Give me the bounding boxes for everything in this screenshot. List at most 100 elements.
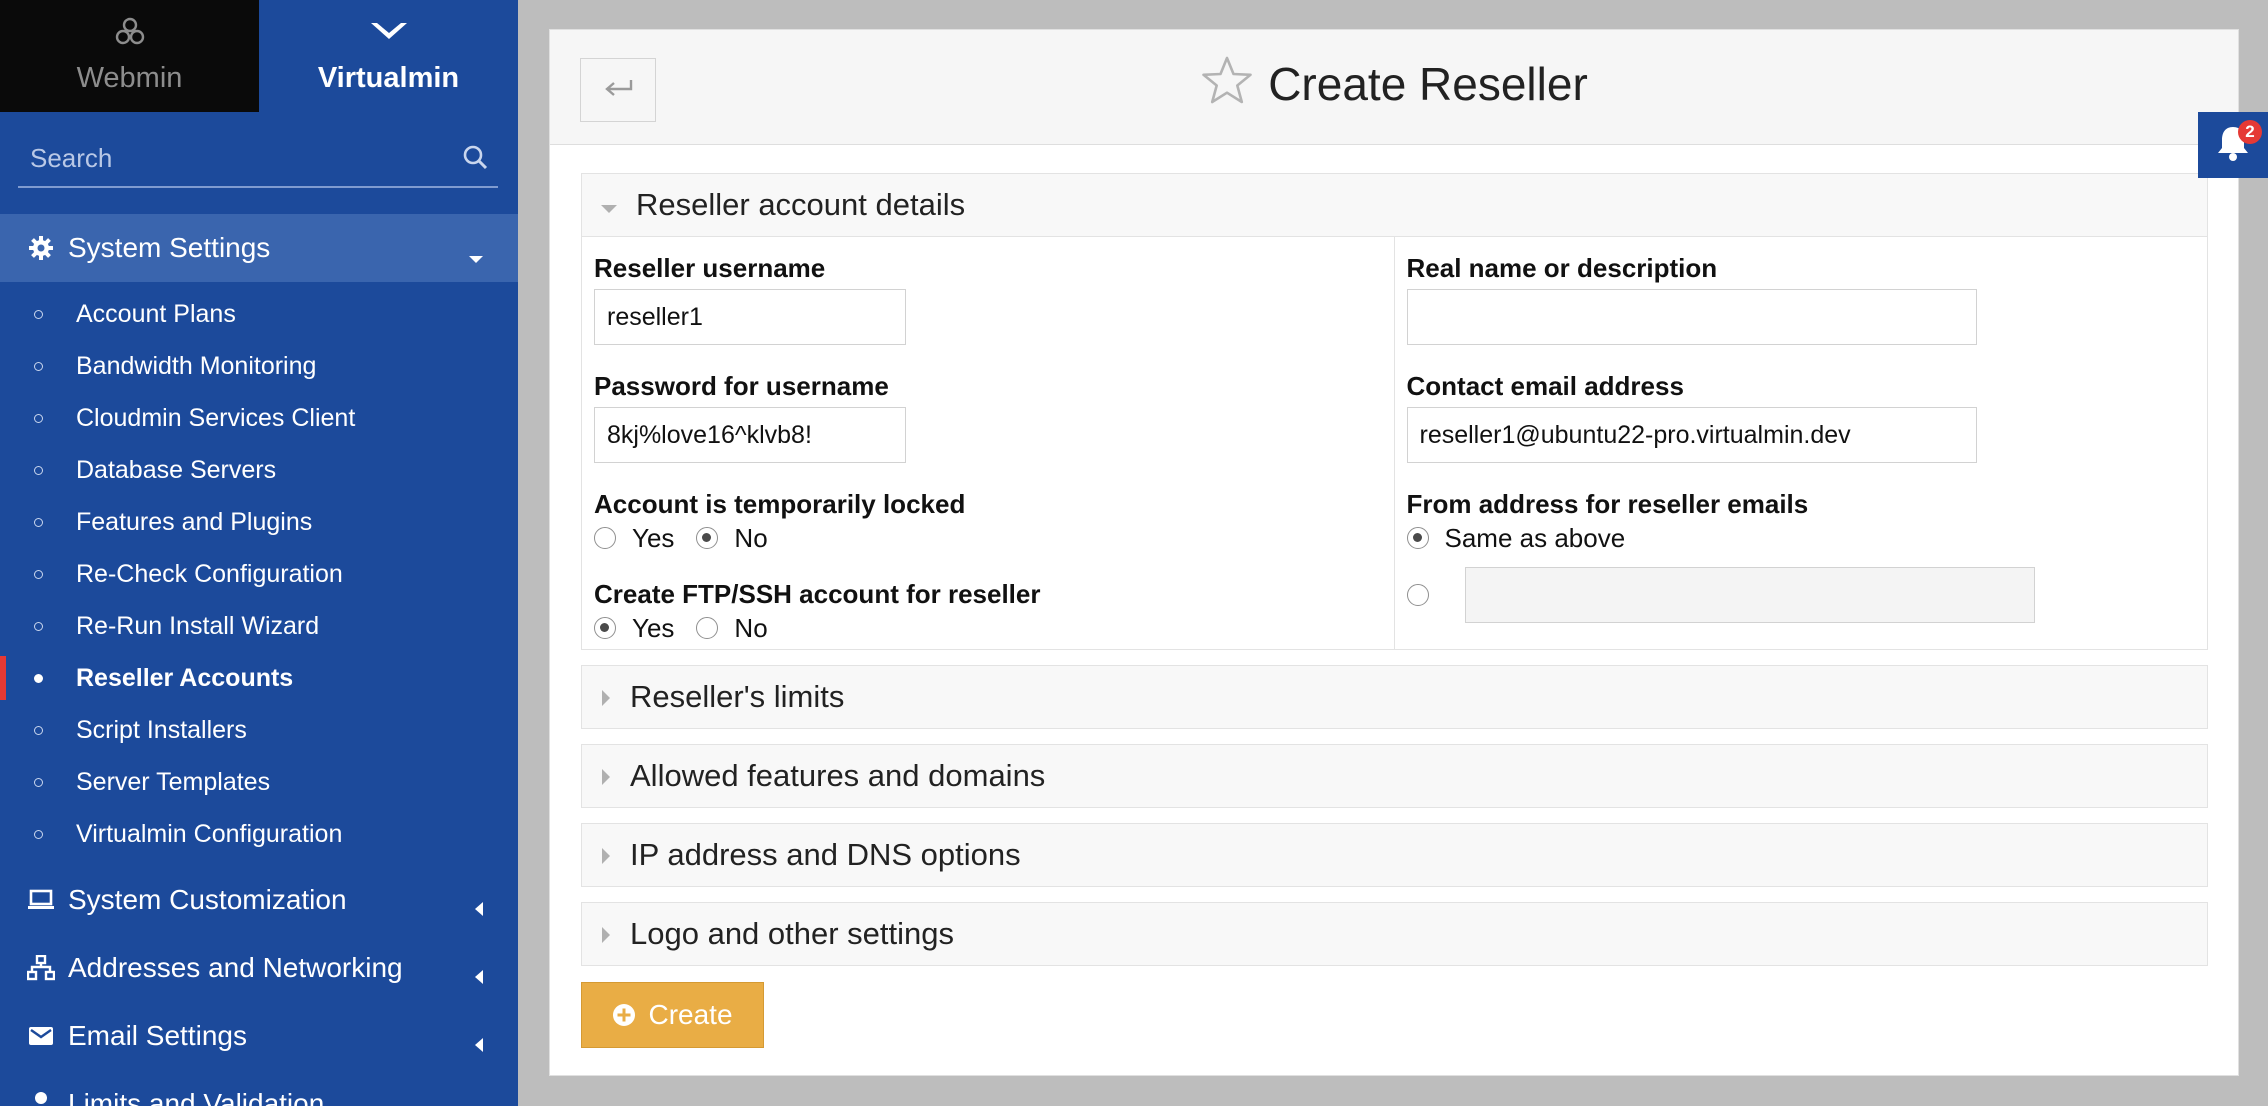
caret-left-icon — [474, 1028, 484, 1060]
notifications-button[interactable]: 2 — [2198, 112, 2268, 178]
category-addresses-and-networking[interactable]: Addresses and Networking — [0, 934, 518, 1002]
locked-yes-option[interactable]: Yes — [594, 523, 674, 554]
option-label: Yes — [632, 612, 675, 643]
plus-circle-icon — [612, 1003, 636, 1027]
main-panel: Create Reseller Reseller account details… — [549, 29, 2239, 1076]
sidebar-item-cloudmin-services-client[interactable]: Cloudmin Services Client — [0, 392, 518, 444]
sidebar-menu: System Settings Account Plans Bandwidth … — [0, 214, 518, 1106]
sidebar-item-label: Virtualmin Configuration — [76, 819, 343, 848]
category-system-customization[interactable]: System Customization — [0, 866, 518, 934]
from-custom-radio[interactable] — [1406, 584, 1429, 606]
email-input[interactable] — [1406, 407, 1977, 463]
section-logo-settings[interactable]: Logo and other settings — [581, 902, 2208, 966]
virtualmin-logo-icon — [369, 14, 409, 50]
webmin-switch[interactable]: Webmin — [0, 0, 259, 112]
category-limits-and-validation[interactable]: Limits and Validation — [0, 1070, 518, 1106]
bullet-icon — [34, 778, 43, 787]
locked-yes-radio[interactable] — [594, 527, 616, 549]
from-address-field: From address for reseller emails Same as… — [1406, 487, 2208, 623]
sidebar-item-script-installers[interactable]: Script Installers — [0, 704, 518, 756]
sidebar-item-account-plans[interactable]: Account Plans — [0, 288, 518, 340]
section-ip-dns-options[interactable]: IP address and DNS options — [581, 823, 2208, 887]
from-custom-input[interactable] — [1464, 567, 2035, 623]
section-allowed-features[interactable]: Allowed features and domains — [581, 744, 2208, 808]
from-same-radio[interactable] — [1406, 527, 1429, 549]
section-header[interactable]: IP address and DNS options — [582, 824, 2207, 886]
section-header[interactable]: Logo and other settings — [582, 903, 2207, 965]
section-header[interactable]: Reseller's limits — [582, 666, 2207, 728]
sidebar-item-server-templates[interactable]: Server Templates — [0, 756, 518, 808]
section-body: Reseller username Password for username … — [582, 236, 2207, 649]
category-label: System Settings — [68, 232, 271, 263]
bullet-icon — [34, 674, 43, 683]
sidebar-item-database-servers[interactable]: Database Servers — [0, 444, 518, 496]
system-settings-submenu: Account Plans Bandwidth Monitoring Cloud… — [0, 282, 518, 866]
ftp-no-radio[interactable] — [696, 617, 719, 639]
sidebar-item-recheck-configuration[interactable]: Re-Check Configuration — [0, 548, 518, 600]
category-label: Addresses and Networking — [68, 952, 403, 983]
search-input[interactable] — [18, 132, 498, 184]
section-resellers-limits[interactable]: Reseller's limits — [581, 665, 2208, 729]
search-box — [18, 132, 498, 188]
caret-right-icon — [600, 837, 612, 873]
active-indicator — [0, 656, 6, 700]
caret-down-icon — [600, 187, 618, 223]
sidebar-item-reseller-accounts[interactable]: Reseller Accounts — [0, 652, 518, 704]
username-input[interactable] — [594, 289, 906, 345]
sidebar-item-features-and-plugins[interactable]: Features and Plugins — [0, 496, 518, 548]
email-field: Contact email address — [1406, 369, 2208, 487]
sidebar-item-rerun-install-wizard[interactable]: Re-Run Install Wizard — [0, 600, 518, 652]
sidebar-item-label: Account Plans — [76, 299, 236, 328]
sidebar-item-label: Re-Run Install Wizard — [76, 611, 320, 640]
create-button[interactable]: Create — [581, 982, 764, 1048]
search-icon[interactable] — [462, 144, 488, 175]
from-same-option[interactable]: Same as above — [1406, 523, 1625, 554]
bullet-icon — [34, 362, 43, 371]
virtualmin-switch[interactable]: Virtualmin — [259, 0, 518, 112]
category-email-settings[interactable]: Email Settings — [0, 1002, 518, 1070]
notification-count-badge: 2 — [2238, 120, 2262, 144]
realname-input[interactable] — [1406, 289, 1977, 345]
bullet-icon — [34, 726, 43, 735]
star-icon[interactable] — [1200, 55, 1254, 112]
sidebar-item-label: Features and Plugins — [76, 507, 313, 536]
category-system-settings[interactable]: System Settings — [0, 214, 518, 282]
sidebar-item-label: Script Installers — [76, 715, 247, 744]
gear-icon — [26, 235, 56, 261]
ftp-yes-option[interactable]: Yes — [594, 613, 674, 644]
username-field: Reseller username — [594, 251, 1394, 369]
sidebar: Webmin Virtualmin System Settings Accoun… — [0, 0, 518, 1106]
ftp-yes-radio[interactable] — [594, 617, 616, 639]
laptop-icon — [26, 889, 56, 911]
section-header[interactable]: Allowed features and domains — [582, 745, 2207, 807]
sidebar-item-label: Bandwidth Monitoring — [76, 351, 317, 380]
locked-no-radio[interactable] — [696, 527, 719, 549]
locked-label: Account is temporarily locked — [594, 489, 966, 519]
locked-field: Account is temporarily locked Yes No — [594, 487, 1394, 555]
user-icon — [26, 1091, 56, 1106]
username-label: Reseller username — [594, 253, 826, 283]
password-input[interactable] — [594, 407, 906, 463]
locked-radio-group: Yes No — [594, 521, 1394, 555]
ftp-no-option[interactable]: No — [696, 612, 768, 644]
section-title: IP address and DNS options — [630, 837, 1021, 872]
bullet-icon — [34, 310, 43, 319]
page-header: Create Reseller — [550, 30, 2238, 145]
sidebar-item-bandwidth-monitoring[interactable]: Bandwidth Monitoring — [0, 340, 518, 392]
locked-no-option[interactable]: No — [696, 522, 768, 554]
category-label: Limits and Validation — [68, 1088, 325, 1106]
category-label: System Customization — [68, 884, 347, 915]
option-label: No — [734, 612, 768, 643]
page-title: Create Reseller — [1268, 57, 1588, 110]
section-header[interactable]: Reseller account details — [582, 174, 2207, 236]
bullet-icon — [34, 466, 43, 475]
caret-right-icon — [600, 916, 612, 952]
option-label: No — [734, 522, 768, 553]
caret-down-icon — [468, 240, 484, 272]
section-title: Reseller account details — [636, 187, 966, 222]
product-switcher: Webmin Virtualmin — [0, 0, 518, 112]
bullet-icon — [34, 830, 43, 839]
from-address-label: From address for reseller emails — [1406, 489, 1809, 519]
sidebar-item-label: Server Templates — [76, 767, 271, 796]
sidebar-item-virtualmin-configuration[interactable]: Virtualmin Configuration — [0, 808, 518, 860]
